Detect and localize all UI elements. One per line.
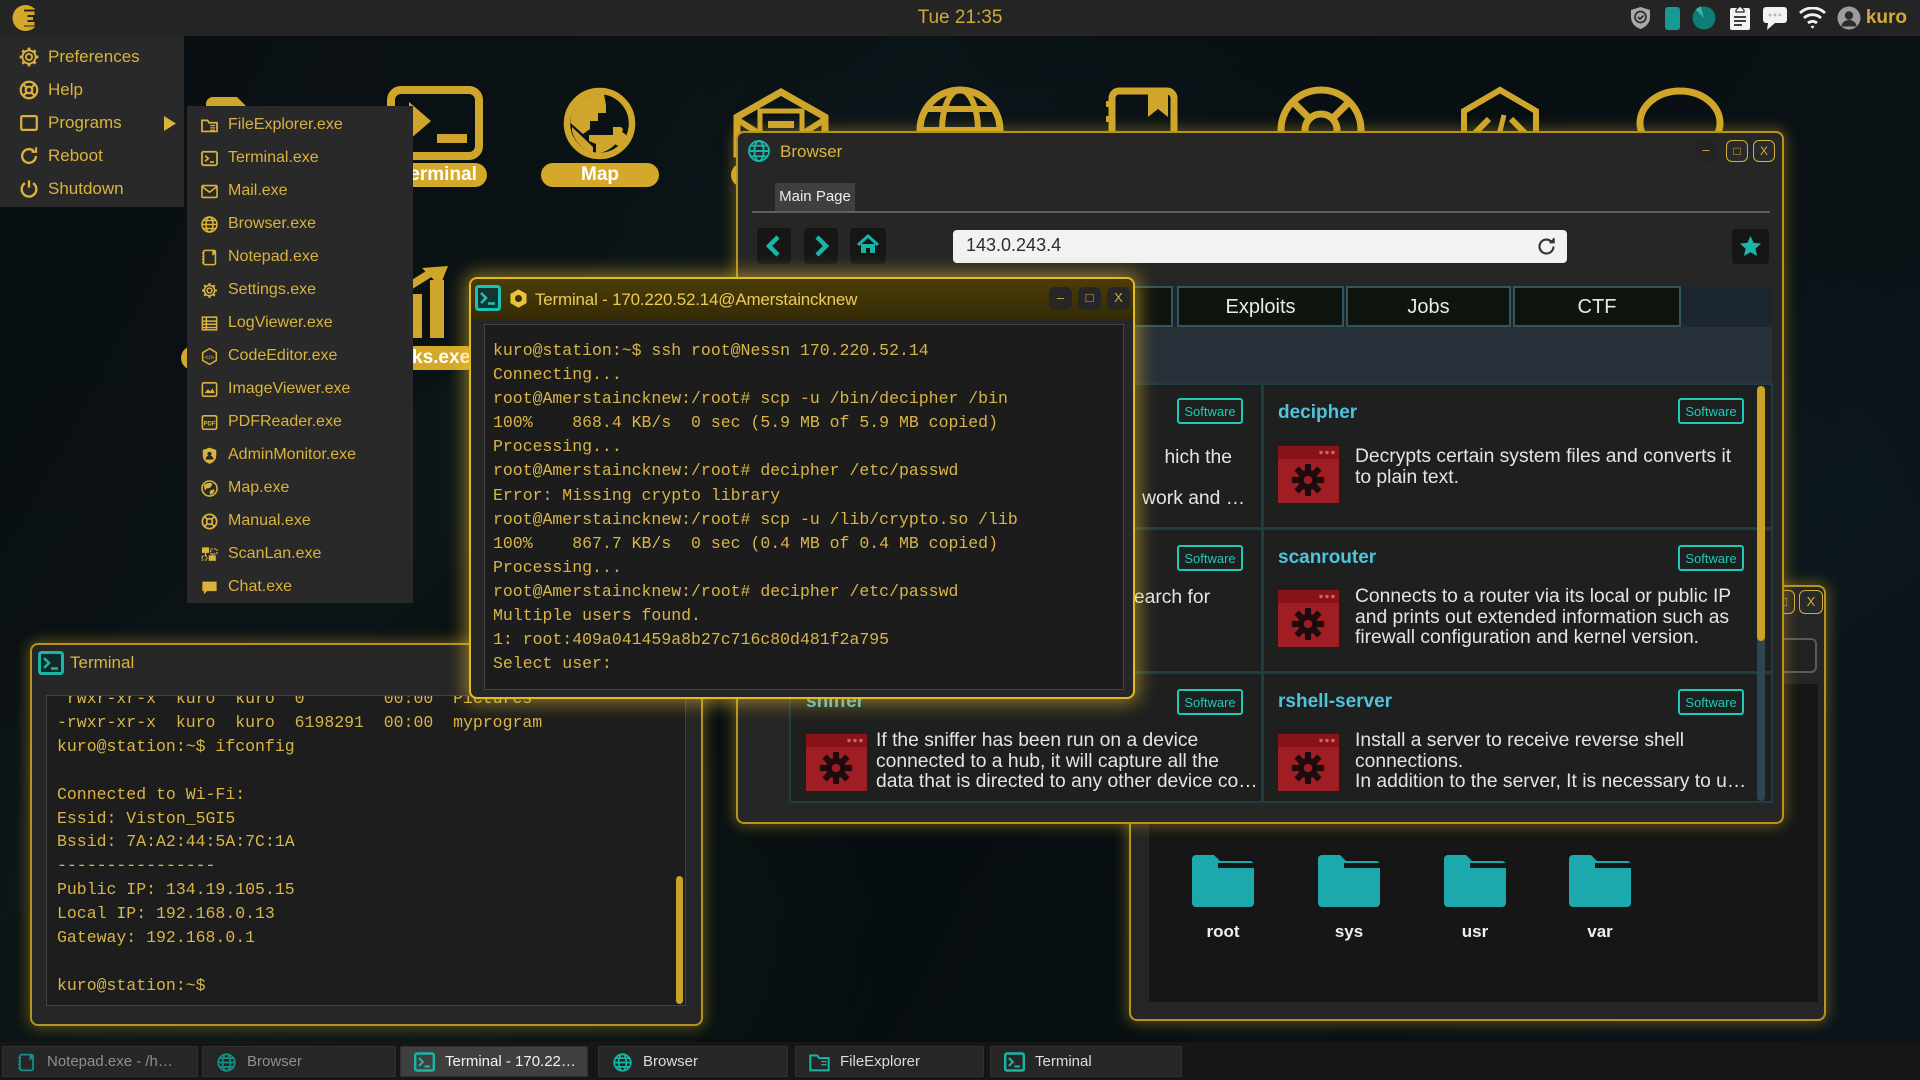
svg-text:PDF: PDF (204, 421, 216, 427)
svg-text:</>: </> (205, 354, 215, 361)
